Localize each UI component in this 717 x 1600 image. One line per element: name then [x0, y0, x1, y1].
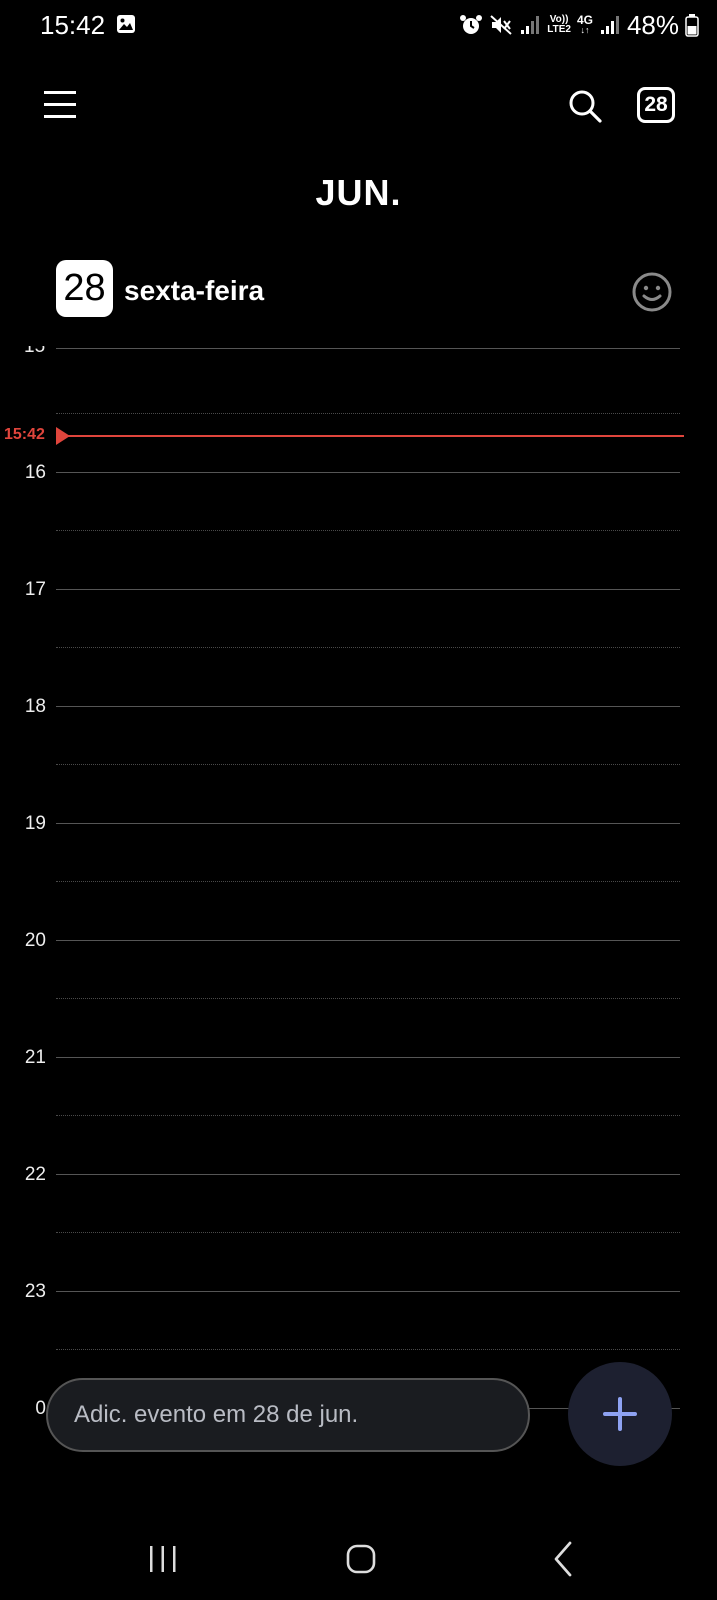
hamburger-menu-icon[interactable] — [44, 88, 76, 120]
hour-line — [56, 348, 680, 349]
home-icon[interactable] — [346, 1544, 376, 1574]
add-event-button[interactable] — [568, 1362, 672, 1466]
hour-line[interactable] — [56, 940, 680, 941]
current-time-line — [56, 435, 684, 437]
hour-line[interactable] — [56, 1174, 680, 1175]
hour-line[interactable] — [56, 1057, 680, 1058]
hour-line[interactable] — [56, 823, 680, 824]
hour-label: 16 — [24, 462, 46, 483]
hour-label: 18 — [24, 696, 46, 717]
volte-icon: Vo)) LTE2 — [547, 14, 571, 35]
battery-percent: 48% — [626, 9, 679, 40]
image-icon — [117, 15, 135, 33]
hour-label: 20 — [24, 930, 46, 951]
half-hour-line — [56, 1349, 680, 1350]
4g-icon: 4G ↓↑ — [576, 13, 593, 35]
signal-icon — [521, 16, 540, 34]
status-icons: Vo)) LTE2 4G ↓↑ 48% — [459, 8, 699, 42]
half-hour-line — [56, 764, 680, 765]
status-time: 15:42 — [40, 10, 106, 40]
half-hour-line — [56, 530, 680, 531]
recents-icon[interactable] — [148, 1545, 178, 1573]
add-event-placeholder: Adic. evento em 28 de jun. — [74, 1401, 359, 1428]
half-hour-line — [56, 413, 680, 414]
hour-label: 23 — [24, 1281, 46, 1302]
back-icon[interactable] — [553, 1541, 573, 1577]
mute-icon — [490, 15, 512, 35]
signal-icon — [600, 16, 619, 34]
date-badge: 28 — [56, 260, 113, 317]
half-hour-line — [56, 647, 680, 648]
hour-line[interactable] — [56, 706, 680, 707]
today-button[interactable]: 28 — [637, 87, 675, 123]
plus-icon — [603, 1397, 637, 1431]
current-time-label: 15:42 — [4, 426, 45, 443]
half-hour-line — [56, 1232, 680, 1233]
hour-label: 0 — [35, 1398, 46, 1419]
hour-label: 19 — [24, 813, 46, 834]
hour-line[interactable] — [56, 472, 680, 473]
month-title[interactable]: JUN. — [0, 172, 717, 214]
hour-line[interactable] — [56, 1291, 680, 1292]
half-hour-line — [56, 998, 680, 999]
hour-label: 17 — [24, 579, 46, 600]
weekday-label: sexta-feira — [124, 275, 265, 306]
hour-label-partial: 15 — [24, 346, 46, 357]
add-event-input[interactable]: Adic. evento em 28 de jun. — [46, 1378, 530, 1452]
hour-line[interactable] — [56, 589, 680, 590]
hour-label: 21 — [24, 1047, 46, 1068]
battery-icon — [685, 14, 699, 37]
half-hour-line — [56, 1115, 680, 1116]
alarm-icon — [460, 15, 483, 34]
smiley-icon[interactable] — [631, 271, 673, 313]
search-icon[interactable] — [567, 88, 603, 124]
hour-label: 22 — [24, 1164, 46, 1185]
half-hour-line — [56, 881, 680, 882]
